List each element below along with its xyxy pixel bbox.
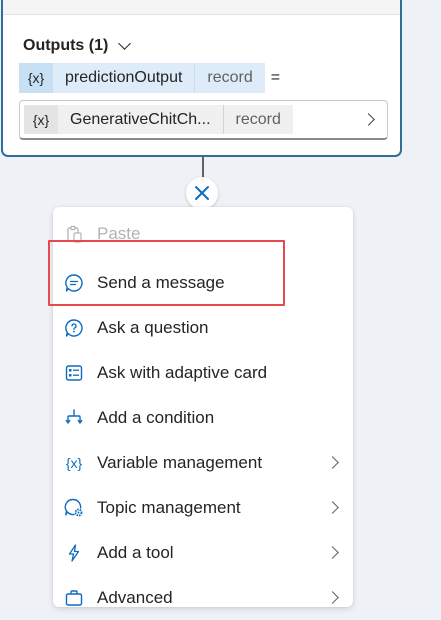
adaptive-card-icon	[63, 362, 85, 384]
menu-item-label: Advanced	[97, 587, 173, 607]
menu-item-variable-management[interactable]: {x} Variable management	[53, 440, 353, 485]
clipboard-icon	[63, 223, 85, 245]
chevron-right-icon	[326, 501, 339, 514]
close-icon	[195, 186, 209, 200]
add-node-menu: Paste Send a message Ask a question Ask …	[53, 207, 353, 607]
menu-item-label: Ask with adaptive card	[97, 362, 268, 382]
menu-item-add-a-condition[interactable]: Add a condition	[53, 395, 353, 440]
menu-item-label: Add a tool	[97, 542, 174, 562]
menu-item-ask-a-question[interactable]: Ask a question	[53, 305, 353, 350]
variable-icon: {x}	[24, 105, 58, 134]
topic-gear-icon	[63, 497, 85, 519]
outputs-toggle[interactable]: Outputs (1)	[23, 37, 132, 55]
menu-item-label: Add a condition	[97, 407, 215, 427]
chat-bubble-icon	[63, 272, 85, 294]
question-bubble-icon	[63, 317, 85, 339]
menu-item-advanced[interactable]: Advanced	[53, 575, 353, 620]
menu-item-paste[interactable]: Paste	[53, 211, 353, 256]
briefcase-icon	[63, 587, 85, 609]
value-chip: {x} GenerativeChitCh... record	[24, 105, 293, 134]
value-variable-name: GenerativeChitCh...	[58, 105, 224, 134]
chevron-down-icon	[118, 37, 132, 50]
chevron-right-icon	[326, 546, 339, 559]
value-field[interactable]: {x} GenerativeChitCh... record	[19, 100, 388, 140]
output-variable[interactable]: {x} predictionOutput record =	[19, 63, 280, 93]
output-variable-type: record	[195, 63, 265, 93]
value-variable-type: record	[235, 110, 281, 128]
menu-item-label: Paste	[97, 223, 141, 243]
menu-item-label: Variable management	[97, 452, 263, 472]
chevron-right-icon[interactable]	[362, 113, 375, 126]
variable-icon: {x}	[65, 455, 83, 471]
close-menu-button[interactable]	[186, 177, 218, 209]
menu-item-label: Send a message	[97, 272, 225, 292]
connector-line	[202, 157, 204, 179]
menu-item-ask-with-adaptive-card[interactable]: Ask with adaptive card	[53, 350, 353, 395]
chevron-right-icon	[326, 456, 339, 469]
menu-item-add-a-tool[interactable]: Add a tool	[53, 530, 353, 575]
branch-icon	[63, 407, 85, 429]
menu-item-label: Topic management	[97, 497, 241, 517]
outputs-label: Outputs (1)	[23, 37, 109, 54]
equals-sign: =	[270, 69, 281, 86]
node-card: Outputs (1) {x} predictionOutput record …	[1, 0, 402, 157]
output-variable-name: predictionOutput	[53, 63, 196, 93]
card-header-area	[3, 0, 400, 15]
menu-item-label: Ask a question	[97, 317, 209, 337]
menu-item-send-a-message[interactable]: Send a message	[53, 260, 353, 305]
lightning-icon	[63, 542, 85, 564]
menu-item-topic-management[interactable]: Topic management	[53, 485, 353, 530]
chevron-right-icon	[326, 591, 339, 604]
variable-icon: {x}	[19, 63, 53, 93]
